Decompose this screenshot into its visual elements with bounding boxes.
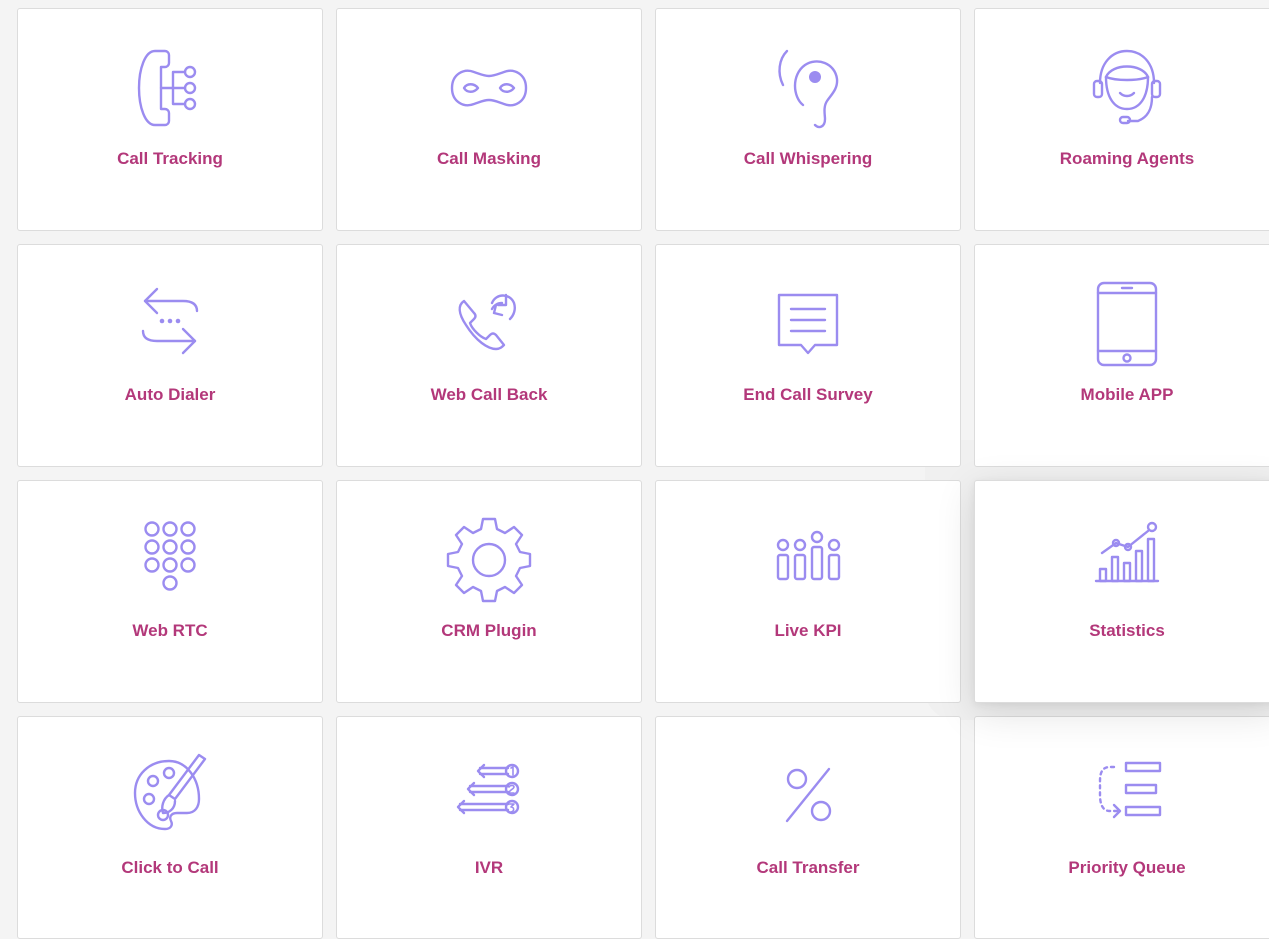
feature-card-call-transfer[interactable]: Call Transfer bbox=[655, 716, 961, 939]
feature-card-call-masking[interactable]: Call Masking bbox=[336, 8, 642, 231]
feature-card-live-kpi[interactable]: Live KPI bbox=[655, 480, 961, 703]
feature-grid: Call Tracking Call Masking Call Whisperi… bbox=[17, 8, 1269, 939]
palette-brush-icon bbox=[125, 751, 215, 841]
feature-card-web-rtc[interactable]: Web RTC bbox=[17, 480, 323, 703]
statistics-chart-icon bbox=[1082, 515, 1172, 605]
feature-card-end-call-survey[interactable]: End Call Survey bbox=[655, 244, 961, 467]
feature-card-auto-dialer[interactable]: Auto Dialer bbox=[17, 244, 323, 467]
feature-label: Web RTC bbox=[132, 621, 208, 640]
feature-label: Click to Call bbox=[121, 858, 219, 877]
kpi-bars-icon bbox=[763, 515, 853, 605]
numbered-arrows-icon bbox=[444, 751, 534, 841]
ear-icon bbox=[763, 43, 853, 133]
mobile-phone-icon bbox=[1082, 279, 1172, 369]
feature-card-call-whispering[interactable]: Call Whispering bbox=[655, 8, 961, 231]
call-tracking-icon bbox=[125, 43, 215, 133]
feature-card-crm-plugin[interactable]: CRM Plugin bbox=[336, 480, 642, 703]
feature-label: Statistics bbox=[1089, 621, 1165, 640]
feature-card-ivr[interactable]: IVR bbox=[336, 716, 642, 939]
feature-label: Call Masking bbox=[437, 149, 541, 168]
feature-label: End Call Survey bbox=[743, 385, 873, 404]
feature-card-web-call-back[interactable]: Web Call Back bbox=[336, 244, 642, 467]
feature-label: Auto Dialer bbox=[124, 385, 216, 404]
feature-label: Priority Queue bbox=[1068, 858, 1186, 877]
priority-list-icon bbox=[1082, 751, 1172, 841]
feature-label: IVR bbox=[474, 858, 504, 877]
message-lines-icon bbox=[763, 279, 853, 369]
keypad-icon bbox=[125, 515, 215, 605]
feature-label: Call Tracking bbox=[117, 149, 223, 168]
feature-card-priority-queue[interactable]: Priority Queue bbox=[974, 716, 1269, 939]
mask-icon bbox=[444, 43, 534, 133]
swap-arrows-icon bbox=[125, 279, 215, 369]
feature-card-mobile-app[interactable]: Mobile APP bbox=[974, 244, 1269, 467]
feature-label: Live KPI bbox=[774, 621, 842, 640]
feature-card-statistics[interactable]: Statistics bbox=[974, 480, 1269, 703]
feature-label: Call Transfer bbox=[756, 858, 860, 877]
gear-icon bbox=[444, 515, 534, 605]
feature-label: Web Call Back bbox=[430, 385, 548, 404]
percent-icon bbox=[763, 751, 853, 841]
headset-agent-icon bbox=[1082, 43, 1172, 133]
feature-label: Mobile APP bbox=[1080, 385, 1174, 404]
feature-card-click-to-call[interactable]: Click to Call bbox=[17, 716, 323, 939]
feature-label: Roaming Agents bbox=[1059, 149, 1195, 168]
phone-callback-icon bbox=[444, 279, 534, 369]
feature-label: Call Whispering bbox=[743, 149, 873, 168]
feature-card-call-tracking[interactable]: Call Tracking bbox=[17, 8, 323, 231]
feature-card-roaming-agents[interactable]: Roaming Agents bbox=[974, 8, 1269, 231]
feature-label: CRM Plugin bbox=[441, 621, 537, 640]
